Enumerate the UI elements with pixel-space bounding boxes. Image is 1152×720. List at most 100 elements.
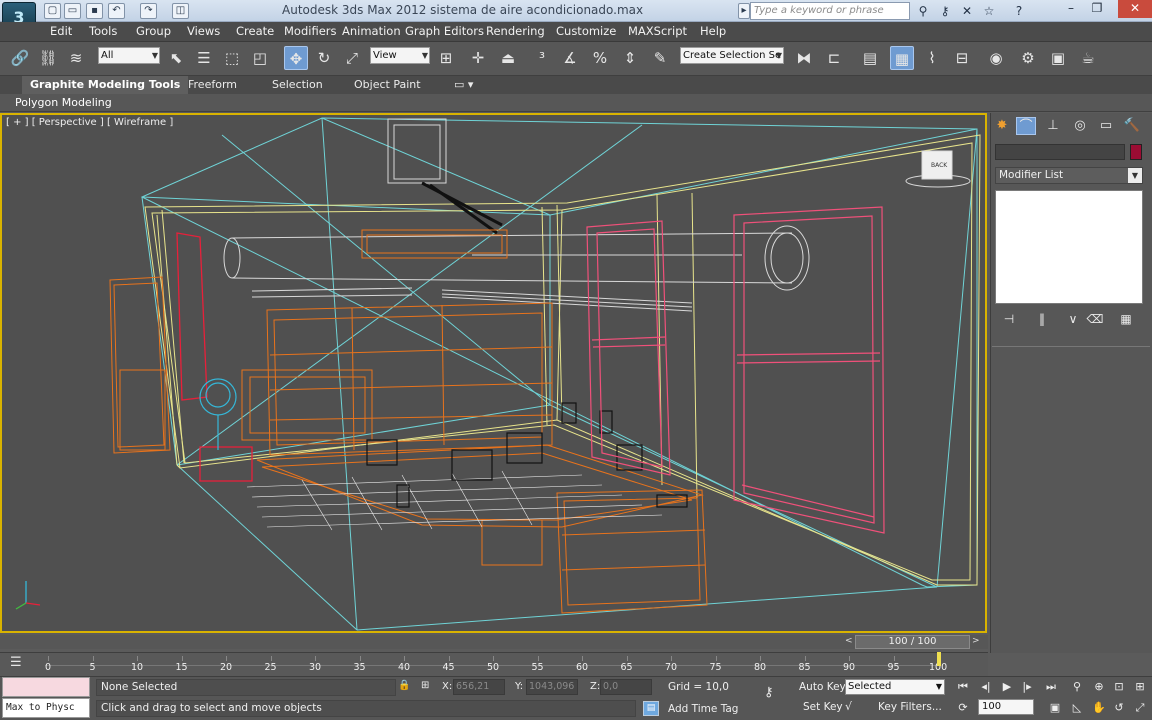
auto-key-button[interactable]: Auto Key [799, 681, 846, 693]
menu-customize[interactable]: Customize [556, 24, 616, 38]
z-coordinate-field[interactable]: 0,0 [600, 679, 652, 695]
menu-create[interactable]: Create [236, 24, 274, 38]
angle-snap-icon[interactable]: ∡ [558, 46, 582, 70]
render-setup-icon[interactable]: ⚙ [1016, 46, 1040, 70]
current-frame-field[interactable]: 100 [978, 699, 1034, 715]
tab-selection[interactable]: Selection [264, 76, 331, 94]
menu-help[interactable]: Help [700, 24, 726, 38]
rect-selection-icon[interactable]: ⬚ [220, 46, 244, 70]
remove-modifier-icon[interactable]: ⌫ [1086, 311, 1104, 327]
pan-icon[interactable]: ✋ [1090, 700, 1108, 716]
edit-named-selection-icon[interactable]: ✎ [648, 46, 672, 70]
window-crossing-icon[interactable]: ◰ [248, 46, 272, 70]
zoom-all-icon[interactable]: ⊕ [1090, 679, 1108, 695]
show-end-result-icon[interactable]: ‖ [1033, 311, 1051, 327]
new-icon[interactable]: ▢ [44, 3, 61, 19]
zoom-extents-icon[interactable]: ⊡ [1110, 679, 1128, 695]
star-icon[interactable]: ☆ [980, 3, 998, 19]
menu-rendering[interactable]: Rendering [486, 24, 545, 38]
mirror-icon[interactable]: ⧓ [792, 46, 816, 70]
percent-snap-icon[interactable]: % [588, 46, 612, 70]
binoculars-icon[interactable]: ⚲ [914, 3, 932, 19]
time-slider-thumb[interactable]: 100 / 100 [855, 635, 970, 649]
create-icon[interactable]: ✸ [992, 117, 1012, 135]
graphite-toggle-icon[interactable]: ▦ [890, 46, 914, 70]
ribbon-options-icon[interactable]: ▭ ▾ [446, 76, 481, 94]
zoom-icon[interactable]: ⚲ [1068, 679, 1086, 695]
prev-frame-arrow[interactable]: < [845, 636, 853, 646]
key-mode-dropdown[interactable]: Selected ▼ [845, 679, 945, 695]
display-icon[interactable]: ▭ [1096, 117, 1116, 135]
spinner-snap-icon[interactable]: ⇕ [618, 46, 642, 70]
menu-graph-editors[interactable]: Graph Editors [405, 24, 484, 38]
align-icon[interactable]: ⊏ [822, 46, 846, 70]
layer-manager-icon[interactable]: ▤ [858, 46, 882, 70]
menu-animation[interactable]: Animation [342, 24, 401, 38]
keyboard-shortcut-icon[interactable]: ⏏ [496, 46, 520, 70]
render-icon[interactable]: ☕ [1076, 46, 1100, 70]
restore-icon[interactable]: ❐ [1084, 0, 1110, 18]
next-frame-arrow[interactable]: > [972, 636, 980, 646]
named-selection-dropdown[interactable]: Create Selection Se ▼ [680, 47, 784, 64]
maxscript-input[interactable]: Max to Physc [2, 698, 90, 718]
object-name-field[interactable] [995, 144, 1125, 160]
key-mode-toggle-icon[interactable]: ⟳ [954, 700, 972, 716]
minimize-icon[interactable]: – [1058, 0, 1084, 18]
menu-group[interactable]: Group [136, 24, 171, 38]
lock-selection-icon[interactable]: 🔒 [398, 680, 410, 691]
key-icon[interactable]: ⚷ [936, 3, 954, 19]
set-key-icon[interactable]: √ [845, 700, 863, 716]
object-color-swatch[interactable] [1130, 144, 1142, 160]
field-of-view-icon[interactable]: ◺ [1068, 700, 1086, 716]
configure-modifier-sets-icon[interactable]: ▦ [1117, 311, 1135, 327]
search-arrow-icon[interactable]: ▸ [738, 3, 750, 19]
current-frame-marker[interactable] [937, 652, 941, 666]
pivot-icon[interactable]: ⊞ [434, 46, 458, 70]
project-icon[interactable]: ◫ [172, 3, 189, 19]
save-icon[interactable]: ▪ [86, 3, 103, 19]
pin-stack-icon[interactable]: ⊣ [1000, 311, 1018, 327]
goto-end-icon[interactable]: ⏭ [1042, 679, 1060, 695]
curve-editor-icon[interactable]: ⌇ [920, 46, 944, 70]
material-editor-icon[interactable]: ◉ [984, 46, 1008, 70]
tab-graphite-modeling[interactable]: Graphite Modeling Tools [22, 76, 189, 94]
orbit-icon[interactable]: ↺ [1110, 700, 1128, 716]
search-input[interactable]: Type a keyword or phrase [750, 2, 910, 20]
curve-editor-mini-icon[interactable]: ☰ [10, 655, 22, 670]
ref-coord-dropdown[interactable]: View ▼ [370, 47, 430, 64]
tab-object-paint[interactable]: Object Paint [346, 76, 429, 94]
time-slider[interactable] [0, 635, 988, 649]
make-unique-icon[interactable]: ∨ [1064, 311, 1082, 327]
maximize-viewport-icon[interactable]: ⤢ [1131, 700, 1149, 716]
menu-maxscript[interactable]: MAXScript [628, 24, 687, 38]
perspective-viewport[interactable]: BACK [0, 113, 987, 633]
viewport-label[interactable]: [ + ] [ Perspective ] [ Wireframe ] [6, 117, 173, 128]
unlink-icon[interactable]: ⛓ [36, 46, 60, 70]
select-by-name-icon[interactable]: ☰ [192, 46, 216, 70]
set-key-button[interactable]: Set Key [803, 701, 843, 713]
maxscript-mini-listener[interactable] [2, 677, 90, 697]
undo-icon[interactable]: ↶ [108, 3, 125, 19]
scale-icon[interactable]: ⤢ [340, 46, 364, 70]
redo-icon[interactable]: ↷ [140, 3, 157, 19]
select-manipulate-icon[interactable]: ✛ [466, 46, 490, 70]
rendered-frame-icon[interactable]: ▣ [1046, 46, 1070, 70]
hierarchy-icon[interactable]: ⊥ [1043, 117, 1063, 135]
close-icon[interactable]: ✕ [1118, 0, 1152, 18]
modify-icon[interactable]: ⌒ [1016, 117, 1036, 135]
zoom-extents-all-icon[interactable]: ⊞ [1131, 679, 1149, 695]
open-icon[interactable]: ▭ [64, 3, 81, 19]
y-coordinate-field[interactable]: 1043,096 [526, 679, 578, 695]
rotate-icon[interactable]: ↻ [312, 46, 336, 70]
goto-start-icon[interactable]: ⏮ [954, 679, 972, 695]
play-icon[interactable]: ▶ [998, 679, 1016, 695]
add-time-tag-button[interactable]: Add Time Tag [668, 703, 738, 715]
time-config-icon[interactable]: ▣ [1046, 700, 1064, 716]
selection-filter-dropdown[interactable]: All ▼ [98, 47, 160, 64]
motion-icon[interactable]: ◎ [1070, 117, 1090, 135]
absolute-mode-icon[interactable]: ⊞ [421, 680, 429, 691]
modifier-stack[interactable] [995, 190, 1143, 304]
move-icon[interactable]: ✥ [284, 46, 308, 70]
prev-frame-icon[interactable]: ◂| [977, 679, 995, 695]
favorites-icon[interactable]: ✕ [958, 3, 976, 19]
